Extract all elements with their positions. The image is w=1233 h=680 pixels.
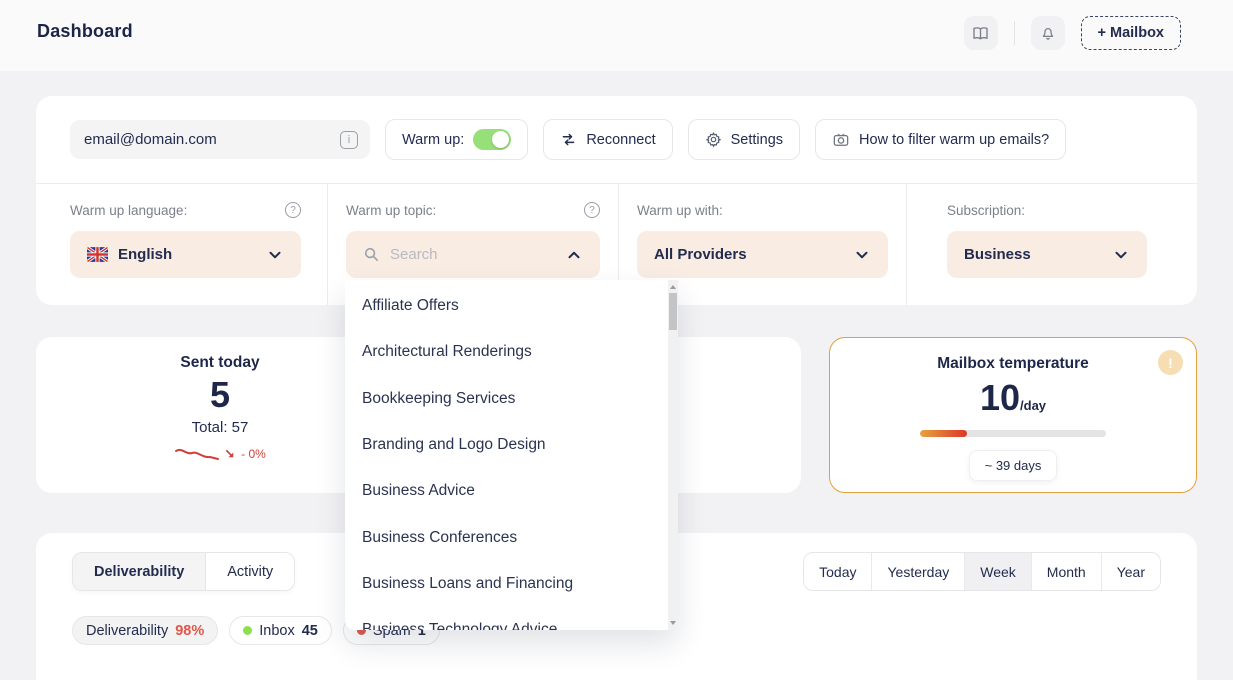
temperature-value: 10: [980, 377, 1020, 419]
mailbox-temperature-card: ! Mailbox temperature 10/day ~ 39 days: [829, 337, 1197, 493]
language-value: English: [118, 246, 172, 263]
subscription-label: Subscription:: [947, 203, 1025, 218]
provider-value: All Providers: [654, 246, 747, 263]
video-camera-icon: [832, 131, 850, 149]
topic-search-placeholder[interactable]: Search: [390, 246, 438, 263]
scrollbar-thumb[interactable]: [669, 293, 677, 330]
chevron-down-icon: [1112, 246, 1130, 264]
green-dot-icon: [243, 626, 252, 635]
topic-option[interactable]: Branding and Logo Design: [345, 422, 678, 468]
dropdown-scrollbar[interactable]: [668, 280, 678, 630]
sent-today-total: Total: 57: [192, 419, 249, 436]
sent-today-value: 5: [210, 374, 230, 416]
topic-option[interactable]: Bookkeeping Services: [345, 376, 678, 422]
topic-option[interactable]: Business Loans and Financing: [345, 561, 678, 607]
topic-list: Affiliate Offers Architectural Rendering…: [345, 280, 678, 630]
header-actions: + Mailbox: [964, 16, 1181, 50]
topic-option[interactable]: Business Advice: [345, 468, 678, 514]
range-yesterday[interactable]: Yesterday: [871, 553, 964, 590]
uk-flag-icon: [87, 247, 108, 262]
range-year[interactable]: Year: [1101, 553, 1160, 590]
chevron-up-icon: [565, 246, 583, 264]
chevron-down-icon: [853, 246, 871, 264]
range-today[interactable]: Today: [804, 553, 871, 590]
deliverability-tabs: Deliverability Activity: [72, 552, 295, 591]
temperature-progress-fill: [920, 430, 967, 437]
sparkline-chart: [174, 445, 220, 463]
search-icon: [363, 246, 380, 263]
topic-option[interactable]: Business Conferences: [345, 514, 678, 560]
filter-subscription: Subscription: Business: [906, 184, 1197, 305]
scroll-down-icon[interactable]: [670, 621, 676, 625]
scroll-up-icon[interactable]: [670, 285, 676, 289]
inbox-count: 45: [302, 623, 318, 639]
range-filter-group: Today Yesterday Week Month Year: [803, 552, 1161, 591]
sent-today-title: Sent today: [180, 354, 259, 372]
howto-filter-button[interactable]: How to filter warm up emails?: [815, 119, 1066, 160]
topic-option[interactable]: Business Technology Advice: [345, 607, 678, 630]
language-label: Warm up language:: [70, 203, 187, 218]
bell-icon: [1039, 24, 1057, 42]
temperature-progress-track: [920, 430, 1106, 437]
temperature-unit: /day: [1020, 398, 1046, 413]
subscription-select[interactable]: Business: [947, 231, 1147, 278]
language-select[interactable]: English: [70, 231, 301, 278]
mailbox-settings-card: i Warm up: Reconnect: [36, 96, 1197, 305]
warmup-label: Warm up:: [402, 132, 464, 148]
page-title: Dashboard: [37, 21, 133, 42]
add-mailbox-button[interactable]: + Mailbox: [1081, 16, 1181, 50]
settings-button[interactable]: Settings: [688, 119, 800, 160]
header-divider: [1014, 21, 1015, 45]
temperature-title: Mailbox temperature: [937, 355, 1089, 373]
days-remaining-chip[interactable]: ~ 39 days: [969, 450, 1058, 481]
toggle-knob: [492, 131, 509, 148]
provider-select[interactable]: All Providers: [637, 231, 888, 278]
email-field-wrap: i: [70, 120, 370, 159]
range-month[interactable]: Month: [1031, 553, 1101, 590]
warmup-toggle-group: Warm up:: [385, 119, 528, 160]
sync-icon: [560, 131, 577, 148]
deliverability-badge[interactable]: Deliverability 98%: [72, 616, 218, 645]
temperature-value-row: 10/day: [980, 375, 1046, 419]
sent-today-trend: - 0%: [174, 445, 266, 463]
filter-language: Warm up language: ?: [36, 184, 327, 305]
top-header: Dashboard + Mailbox: [0, 0, 1233, 71]
provider-label: Warm up with:: [637, 203, 723, 218]
help-circle-icon[interactable]: ?: [584, 202, 600, 218]
topic-option[interactable]: Architectural Renderings: [345, 329, 678, 375]
inbox-badge[interactable]: Inbox 45: [229, 616, 332, 645]
subscription-value: Business: [964, 246, 1031, 263]
topic-option[interactable]: Affiliate Offers: [345, 283, 678, 329]
topic-search-select[interactable]: Search: [346, 231, 600, 278]
warmup-toggle[interactable]: [473, 129, 511, 150]
trend-down-icon: [225, 449, 236, 460]
help-circle-icon[interactable]: ?: [285, 202, 301, 218]
tab-deliverability[interactable]: Deliverability: [73, 553, 206, 590]
chevron-down-icon: [266, 246, 284, 264]
topic-dropdown-panel: Affiliate Offers Architectural Rendering…: [345, 280, 678, 630]
email-field[interactable]: [84, 131, 340, 148]
gear-icon: [705, 131, 722, 148]
exclamation-icon[interactable]: !: [1158, 350, 1183, 375]
book-icon: [971, 24, 990, 43]
mailbox-toolbar: i Warm up: Reconnect: [36, 96, 1197, 183]
notifications-button[interactable]: [1031, 16, 1065, 50]
reconnect-button[interactable]: Reconnect: [543, 119, 672, 160]
deliverability-percent: 98%: [175, 623, 204, 639]
trend-label: - 0%: [241, 447, 266, 461]
topic-label: Warm up topic:: [346, 203, 436, 218]
dashboard-page: Dashboard + Mailbox: [0, 0, 1233, 680]
docs-button[interactable]: [964, 16, 998, 50]
range-week[interactable]: Week: [964, 553, 1031, 590]
tab-activity[interactable]: Activity: [206, 553, 294, 590]
info-icon[interactable]: i: [340, 131, 358, 149]
